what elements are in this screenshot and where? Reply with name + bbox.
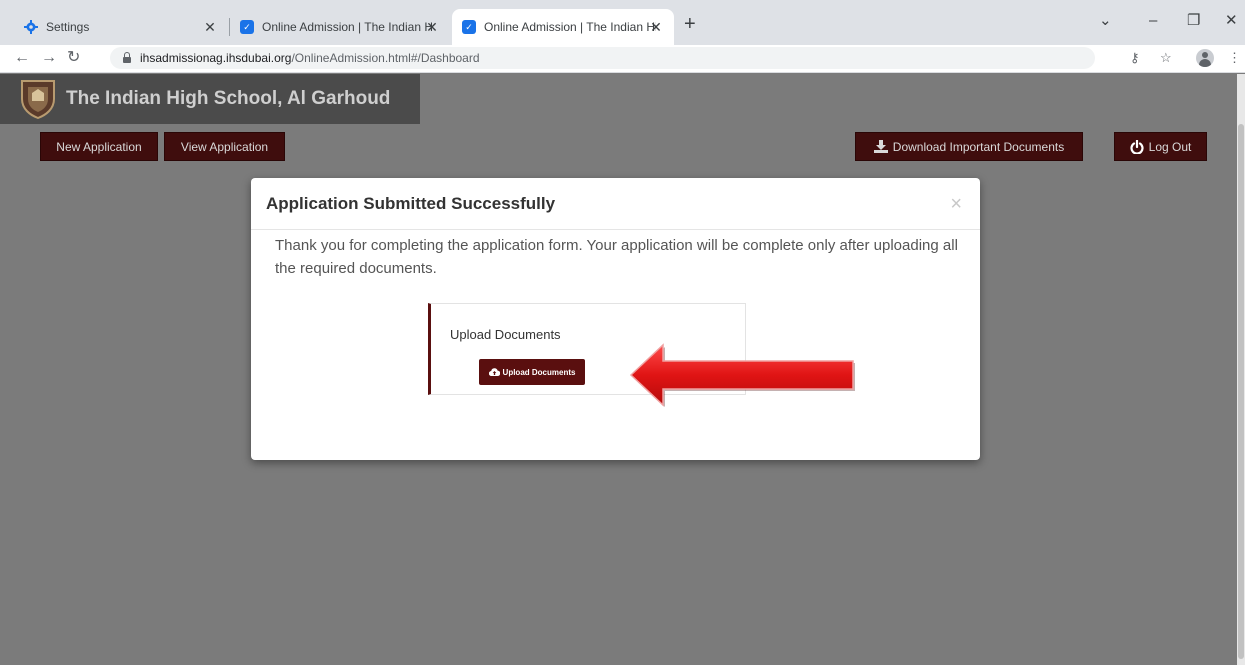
new-tab-icon[interactable]: +: [684, 14, 696, 34]
school-name: The Indian High School, Al Garhoud: [66, 88, 391, 109]
red-arrow-annotation: [629, 343, 855, 407]
gear-icon: [24, 20, 38, 34]
view-application-button[interactable]: View Application: [164, 132, 285, 161]
modal-message: Thank you for completing the application…: [275, 237, 958, 277]
school-favicon-icon: ✓: [240, 20, 254, 34]
modal-title: Application Submitted Successfully: [266, 193, 556, 213]
download-icon: [873, 140, 888, 153]
tab-title: Online Admission | The Indian Hi: [262, 20, 432, 34]
restore-icon[interactable]: ❐: [1187, 11, 1200, 31]
browser-tab-bar: Settings ✕ ✓ Online Admission | The Indi…: [0, 0, 1245, 45]
school-header: The Indian High School, Al Garhoud: [0, 74, 420, 124]
page-scrollbar[interactable]: [1237, 74, 1245, 665]
tab-close-icon[interactable]: ✕: [424, 19, 440, 35]
url-path: /OnlineAdmission.html#/Dashboard: [291, 51, 480, 65]
school-crest-icon: [20, 79, 56, 120]
tab-online-admission-1[interactable]: ✓ Online Admission | The Indian Hi ✕: [230, 9, 450, 45]
minimize-icon[interactable]: –: [1149, 11, 1157, 31]
tab-search-chevron-icon[interactable]: ⌄: [1099, 11, 1112, 31]
power-icon: [1130, 139, 1144, 154]
close-icon[interactable]: ×: [950, 194, 962, 214]
tab-title: Online Admission | The Indian Hi: [484, 20, 656, 34]
upload-documents-label: Upload Documents: [502, 367, 576, 377]
reload-icon[interactable]: ↻: [67, 48, 80, 68]
school-favicon-icon: ✓: [462, 20, 476, 34]
tab-title: Settings: [46, 20, 90, 34]
close-window-icon[interactable]: ✕: [1225, 11, 1238, 31]
upload-documents-button[interactable]: Upload Documents: [479, 359, 585, 385]
modal-header: Application Submitted Successfully ×: [251, 178, 980, 230]
menu-kebab-icon[interactable]: ⋮: [1228, 49, 1241, 67]
success-modal: Application Submitted Successfully × Tha…: [251, 178, 980, 460]
back-icon[interactable]: ←: [14, 48, 30, 68]
scrollbar-thumb[interactable]: [1238, 124, 1244, 659]
tab-settings[interactable]: Settings ✕: [10, 9, 228, 45]
lock-icon: [122, 52, 132, 64]
tab-close-icon[interactable]: ✕: [202, 19, 218, 35]
new-application-button[interactable]: New Application: [40, 132, 158, 161]
download-documents-button[interactable]: Download Important Documents: [855, 132, 1083, 161]
key-icon[interactable]: ⚷: [1130, 49, 1140, 67]
url-input[interactable]: ihsadmissionag.ihsdubai.org/OnlineAdmiss…: [110, 47, 1095, 69]
url-host: ihsadmissionag.ihsdubai.org: [140, 51, 292, 65]
address-bar: ← → ↻ ihsadmissionag.ihsdubai.org/Online…: [0, 45, 1245, 73]
cloud-upload-icon: [488, 368, 500, 376]
upload-card-title: Upload Documents: [450, 327, 561, 342]
download-documents-label: Download Important Documents: [892, 139, 1065, 154]
log-out-label: Log Out: [1148, 139, 1192, 154]
tab-online-admission-active[interactable]: ✓ Online Admission | The Indian Hi ✕: [452, 9, 674, 45]
bookmark-star-icon[interactable]: ☆: [1160, 49, 1172, 67]
forward-icon[interactable]: →: [41, 48, 57, 68]
log-out-button[interactable]: Log Out: [1114, 132, 1207, 161]
tab-close-icon[interactable]: ✕: [648, 19, 664, 35]
profile-avatar-icon[interactable]: [1196, 49, 1214, 67]
